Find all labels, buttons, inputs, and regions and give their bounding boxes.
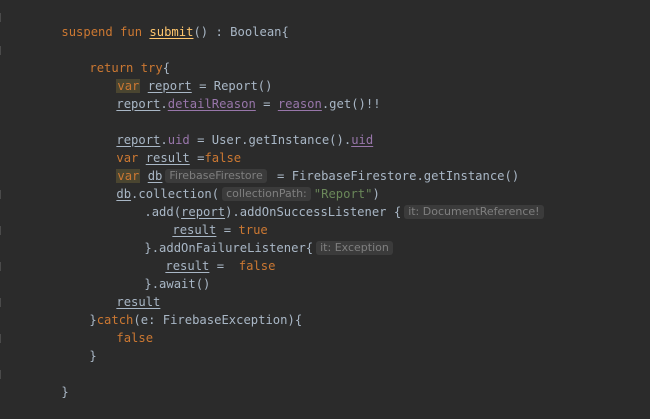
fold-marker[interactable] — [0, 370, 8, 379]
code-line-2[interactable]: return try{ — [60, 41, 170, 75]
code-text: . — [160, 97, 168, 111]
code-text: = — [255, 97, 278, 111]
fold-marker[interactable] — [0, 226, 8, 235]
property: reason — [277, 97, 322, 111]
code-line-9[interactable]: .add(report).addOnSuccessListener {it: D… — [115, 185, 547, 219]
code-text: } — [61, 385, 69, 399]
code-text: () : Boolean{ — [193, 25, 289, 39]
fold-marker[interactable] — [0, 334, 8, 343]
function-name: submit — [149, 25, 194, 39]
code-line-10[interactable]: result = true — [143, 203, 267, 237]
code-line-3[interactable]: var report = Report() — [87, 59, 272, 93]
fold-marker[interactable] — [0, 190, 8, 199]
code-line-11[interactable]: }.addOnFailureListener{it: Exception — [115, 221, 396, 255]
property: detailReason — [167, 97, 256, 111]
code-line-1[interactable]: suspend fun submit() : Boolean{ — [32, 5, 288, 39]
code-line-6[interactable]: var result =false — [87, 131, 241, 165]
fold-marker[interactable] — [0, 262, 8, 271]
code-line-18[interactable]: } — [32, 365, 68, 399]
fold-marker[interactable] — [0, 298, 8, 307]
code-text: (e: FirebaseException){ — [133, 313, 303, 327]
code-line-13[interactable]: }.await() — [115, 257, 210, 291]
keyword: false — [238, 259, 276, 273]
code-line-14[interactable]: result — [87, 275, 160, 309]
keyword: suspend fun — [61, 25, 150, 39]
code-line-12[interactable]: result = false — [136, 239, 275, 273]
code-line-17[interactable]: } — [60, 329, 96, 363]
code-line-5[interactable]: report.uid = User.getInstance().uid — [87, 113, 373, 147]
code-line-7[interactable]: var db FirebaseFirestore = FirebaseFirest… — [87, 149, 519, 183]
code-line-8[interactable]: db.collection(collectionPath: "Report") — [87, 167, 380, 201]
code-line-15[interactable]: }catch(e: FirebaseException){ — [60, 293, 302, 327]
code-text: = — [209, 259, 239, 273]
fold-marker[interactable] — [0, 46, 8, 55]
lambda-hint: it: Exception — [316, 241, 393, 255]
code-text: .get()!! — [321, 97, 381, 111]
variable: report — [116, 97, 161, 111]
code-text: } — [89, 349, 97, 363]
fold-marker[interactable] — [0, 13, 8, 22]
code-editor[interactable]: suspend fun submit() : Boolean{ return t… — [0, 0, 650, 415]
code-line-4[interactable]: report.detailReason = reason.get()!! — [87, 77, 380, 111]
property: uid — [351, 133, 374, 147]
keyword: false — [116, 331, 154, 345]
lambda-hint: it: DocumentReference! — [404, 205, 544, 219]
code-line-16[interactable]: false — [87, 311, 153, 345]
